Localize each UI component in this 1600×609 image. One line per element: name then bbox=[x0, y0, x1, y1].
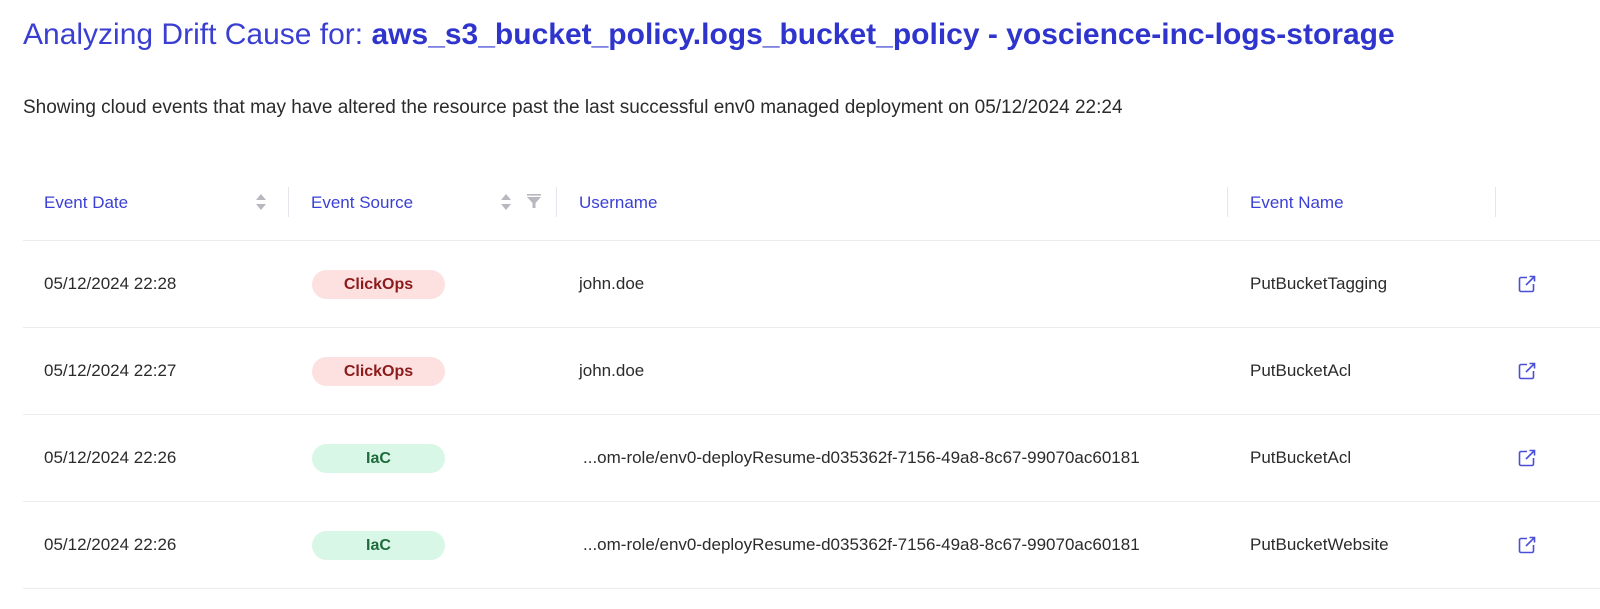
column-divider bbox=[556, 187, 557, 217]
event-date-cell: 05/12/2024 22:26 bbox=[44, 535, 177, 554]
event-date-cell: 05/12/2024 22:28 bbox=[44, 274, 177, 293]
event-date-cell: 05/12/2024 22:26 bbox=[44, 448, 177, 467]
username-cell: ...om-role/env0-deployResume-d035362f-71… bbox=[583, 535, 1140, 554]
title-prefix: Analyzing Drift Cause for: bbox=[23, 18, 372, 51]
table-row[interactable]: 05/12/2024 22:28 ClickOps john.doe PutBu… bbox=[23, 241, 1600, 328]
column-divider bbox=[1495, 187, 1496, 217]
sort-icon[interactable] bbox=[499, 192, 513, 212]
event-date-cell: 05/12/2024 22:27 bbox=[44, 361, 177, 380]
column-divider bbox=[288, 187, 289, 217]
event-name-cell: PutBucketAcl bbox=[1250, 448, 1352, 467]
sort-icon[interactable] bbox=[254, 192, 268, 212]
page-subtitle: Showing cloud events that may have alter… bbox=[23, 97, 1123, 118]
external-link-icon[interactable] bbox=[1517, 448, 1537, 468]
event-source-cell: IaC bbox=[312, 415, 445, 501]
username-cell: john.doe bbox=[579, 361, 645, 380]
column-header-event-source[interactable]: Event Source bbox=[311, 166, 413, 240]
page-title: Analyzing Drift Cause for: aws_s3_bucket… bbox=[23, 18, 1395, 52]
event-source-cell: IaC bbox=[312, 502, 445, 588]
external-link-icon[interactable] bbox=[1517, 535, 1537, 555]
event-source-badge: IaC bbox=[312, 530, 445, 560]
table-row[interactable]: 05/12/2024 22:26 IaC ...om-role/env0-dep… bbox=[23, 502, 1600, 589]
column-header-label: Event Date bbox=[44, 193, 129, 212]
event-name-cell: PutBucketTagging bbox=[1250, 274, 1388, 293]
events-table: Event Date Event Source Username Event N… bbox=[23, 166, 1600, 589]
event-source-cell: ClickOps bbox=[312, 241, 445, 327]
external-link-icon[interactable] bbox=[1517, 361, 1537, 381]
column-header-label: Event Name bbox=[1250, 193, 1344, 212]
column-divider bbox=[1227, 187, 1228, 217]
column-header-username[interactable]: Username bbox=[579, 166, 657, 240]
event-source-cell: ClickOps bbox=[312, 328, 445, 414]
event-source-badge: IaC bbox=[312, 443, 445, 473]
table-header: Event Date Event Source Username Event N… bbox=[23, 166, 1600, 241]
event-name-cell: PutBucketWebsite bbox=[1250, 535, 1389, 554]
filter-icon[interactable] bbox=[526, 192, 542, 212]
event-source-badge: ClickOps bbox=[312, 269, 445, 299]
event-name-cell: PutBucketAcl bbox=[1250, 361, 1352, 380]
column-header-label: Event Source bbox=[311, 193, 414, 212]
title-resource: aws_s3_bucket_policy.logs_bucket_policy … bbox=[371, 18, 1395, 51]
column-header-event-name[interactable]: Event Name bbox=[1250, 166, 1344, 240]
event-source-badge: ClickOps bbox=[312, 356, 445, 386]
external-link-icon[interactable] bbox=[1517, 274, 1537, 294]
table-row[interactable]: 05/12/2024 22:27 ClickOps john.doe PutBu… bbox=[23, 328, 1600, 415]
username-cell: john.doe bbox=[579, 274, 645, 293]
table-row[interactable]: 05/12/2024 22:26 IaC ...om-role/env0-dep… bbox=[23, 415, 1600, 502]
column-header-event-date[interactable]: Event Date bbox=[44, 166, 128, 240]
drift-cause-page: Analyzing Drift Cause for: aws_s3_bucket… bbox=[0, 0, 1600, 609]
column-header-label: Username bbox=[579, 193, 658, 212]
username-cell: ...om-role/env0-deployResume-d035362f-71… bbox=[583, 448, 1140, 467]
